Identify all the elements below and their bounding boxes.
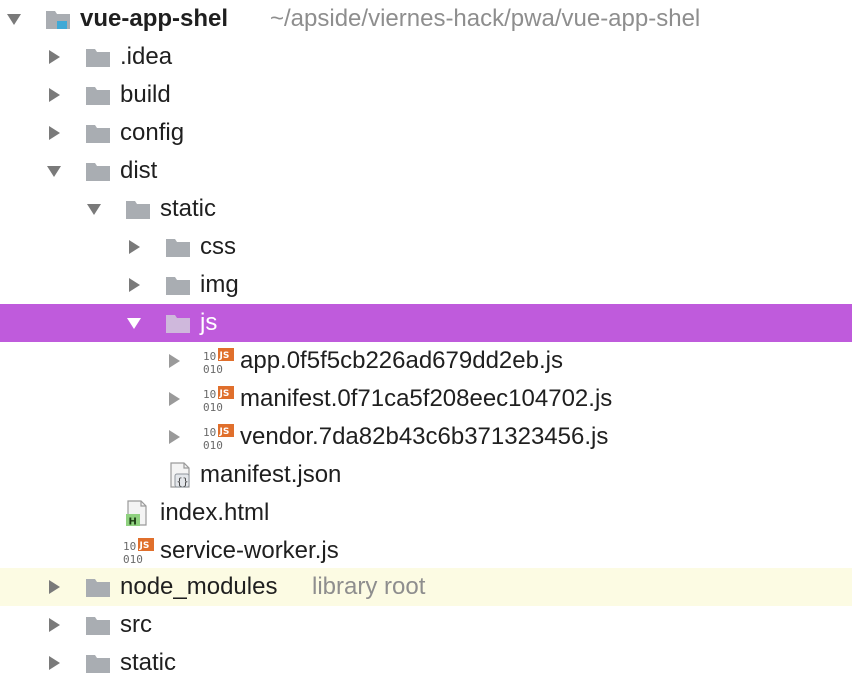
svg-text:JS: JS bbox=[219, 351, 230, 361]
folder-icon bbox=[84, 649, 112, 677]
folder-icon bbox=[84, 119, 112, 147]
tree-row-label: src bbox=[120, 611, 152, 638]
tree-row-index-html[interactable]: H index.html bbox=[0, 494, 852, 532]
collapsed-arrow-icon[interactable] bbox=[44, 47, 64, 67]
tree-row-label: manifest.0f71ca5f208eec104702.js bbox=[240, 385, 613, 412]
collapsed-arrow-icon[interactable] bbox=[44, 85, 64, 105]
js-file-icon: 10 010 JS bbox=[122, 537, 156, 566]
tree-row-label: service-worker.js bbox=[160, 537, 339, 564]
tree-row-src[interactable]: src bbox=[0, 606, 852, 644]
folder-icon bbox=[164, 233, 192, 261]
json-file-icon: {} bbox=[166, 461, 194, 489]
tree-row-label: node_modules bbox=[120, 573, 278, 600]
svg-text:010: 010 bbox=[123, 553, 143, 565]
tree-row-service-worker[interactable]: 10 010 JS service-worker.js bbox=[0, 532, 852, 570]
tree-row-build[interactable]: build bbox=[0, 76, 852, 114]
tree-row-idea[interactable]: .idea bbox=[0, 38, 852, 76]
tree-row-img[interactable]: img bbox=[0, 266, 852, 304]
js-file-icon: 10 010 JS bbox=[202, 347, 236, 376]
tree-row-node-modules[interactable]: node_modules library root bbox=[0, 568, 852, 606]
expanded-arrow-icon[interactable] bbox=[124, 313, 144, 333]
js-file-icon: 10 010 JS bbox=[202, 385, 236, 414]
tree-row-css[interactable]: css bbox=[0, 228, 852, 266]
folder-icon bbox=[164, 309, 192, 337]
expanded-arrow-icon[interactable] bbox=[84, 199, 104, 219]
project-name-label: vue-app-shel bbox=[80, 5, 229, 32]
project-tree: vue-app-shel ~/apside/viernes-hack/pwa/v… bbox=[0, 0, 852, 678]
tree-row-config[interactable]: config bbox=[0, 114, 852, 152]
folder-icon bbox=[84, 157, 112, 185]
collapsed-arrow-icon[interactable] bbox=[44, 577, 64, 597]
folder-icon bbox=[124, 195, 152, 223]
svg-text:10: 10 bbox=[203, 426, 216, 439]
project-folder-icon bbox=[44, 5, 72, 33]
svg-text:10: 10 bbox=[203, 388, 216, 401]
tree-row-label: dist bbox=[120, 157, 158, 184]
svg-text:JS: JS bbox=[219, 427, 230, 437]
svg-text:JS: JS bbox=[139, 541, 150, 551]
tree-row-vendor-js[interactable]: 10 010 JS vendor.7da82b43c6b371323456.js bbox=[0, 418, 852, 456]
project-path-hint: ~/apside/viernes-hack/pwa/vue-app-shel bbox=[270, 5, 701, 32]
tree-row-label: index.html bbox=[160, 499, 270, 526]
tree-row-label: img bbox=[200, 271, 239, 298]
tree-row-label: static bbox=[120, 649, 177, 676]
collapsed-arrow-icon[interactable] bbox=[44, 123, 64, 143]
tree-row-app-js[interactable]: 10 010 JS app.0f5f5cb226ad679dd2eb.js bbox=[0, 342, 852, 380]
tree-row-js-selected[interactable]: js bbox=[0, 304, 852, 342]
folder-icon bbox=[84, 611, 112, 639]
svg-text:JS: JS bbox=[219, 389, 230, 399]
tree-row-label: build bbox=[120, 81, 171, 108]
svg-text:H: H bbox=[129, 517, 137, 528]
svg-text:10: 10 bbox=[203, 350, 216, 363]
tree-row-label: .idea bbox=[120, 43, 173, 70]
tree-row-dist-static[interactable]: static bbox=[0, 190, 852, 228]
collapsed-arrow-icon[interactable] bbox=[124, 275, 144, 295]
svg-text:010: 010 bbox=[203, 363, 223, 375]
collapsed-arrow-icon[interactable] bbox=[164, 351, 184, 371]
tree-row-static[interactable]: static bbox=[0, 644, 852, 682]
svg-text:10: 10 bbox=[123, 540, 136, 553]
tree-row-dist[interactable]: dist bbox=[0, 152, 852, 190]
tree-row-label: css bbox=[200, 233, 236, 260]
folder-icon bbox=[84, 573, 112, 601]
html-file-icon: H bbox=[124, 499, 152, 528]
collapsed-arrow-icon[interactable] bbox=[164, 389, 184, 409]
tree-row-label: vendor.7da82b43c6b371323456.js bbox=[240, 423, 609, 450]
collapsed-arrow-icon[interactable] bbox=[164, 427, 184, 447]
collapsed-arrow-icon[interactable] bbox=[44, 653, 64, 673]
tree-row-manifest-json[interactable]: {} manifest.json bbox=[0, 456, 852, 494]
svg-text:010: 010 bbox=[203, 439, 223, 451]
tree-row-label: manifest.json bbox=[200, 461, 342, 488]
folder-icon bbox=[84, 81, 112, 109]
svg-text:{}: {} bbox=[177, 477, 189, 488]
folder-icon bbox=[164, 271, 192, 299]
collapsed-arrow-icon[interactable] bbox=[124, 237, 144, 257]
expanded-arrow-icon[interactable] bbox=[4, 9, 24, 29]
js-file-icon: 10 010 JS bbox=[202, 423, 236, 452]
tree-row-label: config bbox=[120, 119, 185, 146]
tree-row-project-root[interactable]: vue-app-shel ~/apside/viernes-hack/pwa/v… bbox=[0, 0, 852, 38]
collapsed-arrow-icon[interactable] bbox=[44, 615, 64, 635]
tree-row-label: app.0f5f5cb226ad679dd2eb.js bbox=[240, 347, 563, 374]
tree-row-label: static bbox=[160, 195, 217, 222]
expanded-arrow-icon[interactable] bbox=[44, 161, 64, 181]
tree-row-label: js bbox=[200, 309, 218, 336]
folder-icon bbox=[84, 43, 112, 71]
tree-row-manifest-js[interactable]: 10 010 JS manifest.0f71ca5f208eec104702.… bbox=[0, 380, 852, 418]
library-root-hint: library root bbox=[312, 573, 426, 600]
svg-text:010: 010 bbox=[203, 401, 223, 413]
